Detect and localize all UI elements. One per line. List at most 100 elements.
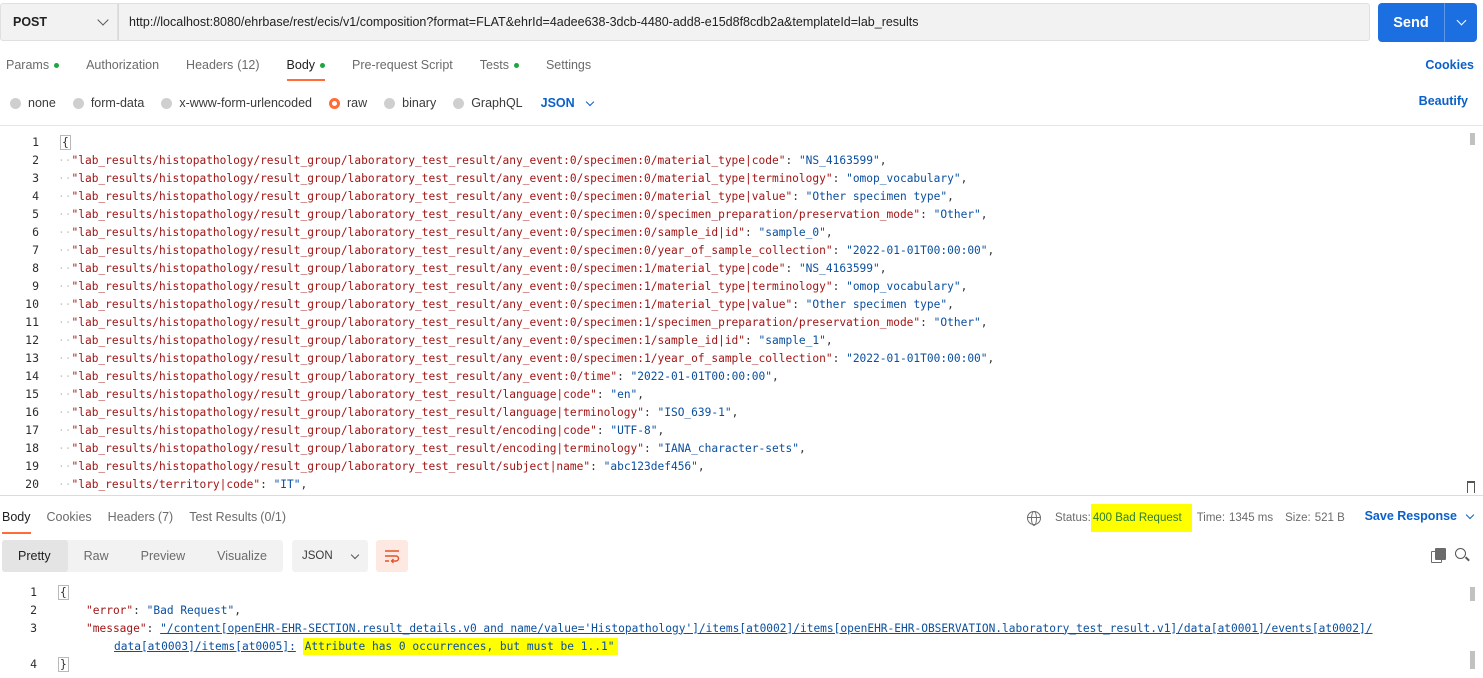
json-value: "en": [610, 387, 638, 401]
indent-marker: ··: [58, 441, 72, 455]
indent-marker: ··: [58, 279, 72, 293]
json-value: "IANA_character-sets": [657, 441, 799, 455]
chevron-down-icon: [585, 97, 594, 106]
url-input[interactable]: http://localhost:8080/ehrbase/rest/ecis/…: [118, 3, 1370, 41]
body-type-form-data[interactable]: form-data: [72, 96, 144, 110]
tab-params[interactable]: Params: [6, 55, 60, 81]
view-mode-visualize[interactable]: Visualize: [201, 540, 283, 572]
status-dot-icon: [320, 63, 326, 68]
copy-icon[interactable]: [1431, 548, 1446, 563]
tab-tests[interactable]: Tests: [480, 55, 519, 81]
json-value: "Bad Request": [146, 603, 235, 617]
line-number: 3: [30, 621, 37, 635]
body-type-graphql[interactable]: GraphQL: [453, 96, 523, 110]
body-format-select[interactable]: JSON: [541, 96, 594, 110]
response-tab-body[interactable]: Body: [2, 508, 31, 534]
view-mode-preview[interactable]: Preview: [125, 540, 201, 572]
json-value: "sample_0": [758, 225, 826, 239]
json-key: "lab_results/histopathology/result_group…: [71, 459, 591, 473]
editor-scrollbar-bottom[interactable]: [1467, 481, 1475, 493]
view-mode-raw[interactable]: Raw: [68, 540, 125, 572]
view-mode-pretty[interactable]: Pretty: [2, 540, 68, 572]
code-line: 6 ··"lab_results/histopathology/result_gr…: [0, 223, 1465, 241]
time-label: Time:: [1196, 512, 1226, 524]
size-value[interactable]: 521 B: [1315, 512, 1345, 524]
tab-settings[interactable]: Settings: [546, 55, 591, 81]
request-body-editor[interactable]: 1{2 ··"lab_results/histopathology/result_…: [0, 125, 1483, 495]
code-content: {: [60, 134, 71, 150]
message-path-link[interactable]: "/content[openEHR-EHR-SECTION.result_det…: [160, 622, 1372, 635]
beautify-button[interactable]: Beautify: [1419, 94, 1468, 108]
tab-headers[interactable]: Headers (12): [186, 55, 259, 81]
code-line: 7 ··"lab_results/histopathology/result_gr…: [0, 241, 1465, 259]
json-value: "2022-01-01T00:00:00": [630, 369, 772, 383]
response-tab-test-results[interactable]: Test Results (0/1): [189, 508, 286, 534]
tab-pre-request-script[interactable]: Pre-request Script: [352, 55, 453, 81]
tab-count: (7): [157, 510, 174, 524]
response-scrollbar-thumb[interactable]: [1470, 587, 1475, 601]
tab-label: Params: [6, 58, 50, 72]
line-number: 9: [32, 279, 39, 293]
send-button[interactable]: Send: [1378, 3, 1477, 42]
tab-count: (12): [237, 58, 260, 72]
line-number: 1: [32, 135, 39, 149]
json-value: "IT": [273, 477, 301, 491]
line-number: 18: [25, 441, 39, 455]
body-type-label: none: [28, 96, 56, 110]
response-format-select[interactable]: JSON: [291, 540, 368, 572]
response-line: 4 }: [0, 655, 69, 673]
radio-icon[interactable]: [10, 97, 21, 109]
code-line: 10 ··"lab_results/histopathology/result_g…: [0, 295, 1465, 313]
message-path-link-continued[interactable]: data[at0003]/items[at0005]:: [114, 640, 296, 653]
radio-icon[interactable]: [72, 97, 84, 109]
method-select[interactable]: POST: [0, 3, 118, 41]
json-key: "lab_results/histopathology/result_group…: [71, 423, 597, 437]
json-key: "lab_results/histopathology/result_group…: [71, 297, 793, 311]
time-value[interactable]: 1345 ms: [1229, 512, 1273, 524]
body-type-none[interactable]: none: [10, 96, 56, 110]
tab-body[interactable]: Body: [286, 55, 326, 81]
code-line: 9 ··"lab_results/histopathology/result_gr…: [0, 277, 1465, 295]
status-value[interactable]: 400 Bad Request: [1091, 512, 1192, 524]
body-type-raw[interactable]: raw: [329, 96, 367, 110]
tab-authorization[interactable]: Authorization: [86, 55, 159, 81]
radio-icon[interactable]: [384, 97, 396, 109]
tab-count: (0/1): [260, 510, 286, 524]
body-type-binary[interactable]: binary: [384, 96, 436, 110]
globe-icon[interactable]: [1027, 511, 1041, 526]
response-tab-headers[interactable]: Headers (7): [108, 508, 174, 534]
cookies-link[interactable]: Cookies: [1425, 58, 1474, 72]
radio-icon[interactable]: [161, 97, 173, 109]
editor-scrollbar-thumb[interactable]: [1470, 133, 1475, 145]
json-value: "2022-01-01T00:00:00": [846, 351, 988, 365]
response-tab-cookies[interactable]: Cookies: [47, 508, 92, 534]
tab-label: Authorization: [86, 58, 160, 72]
panel-divider[interactable]: [0, 495, 1483, 496]
json-value: "Other": [933, 315, 981, 329]
code-line: 5 ··"lab_results/histopathology/result_gr…: [0, 205, 1465, 223]
response-view-bar: Pretty Raw Preview Visualize JSON: [2, 540, 408, 572]
size-label: Size:: [1285, 512, 1311, 524]
code-line: 16 ··"lab_results/histopathology/result_g…: [0, 403, 1465, 421]
send-options-button[interactable]: [1445, 15, 1477, 26]
json-value: "sample_1": [758, 333, 826, 347]
code-line: 14 ··"lab_results/histopathology/result_g…: [0, 367, 1465, 385]
save-response-button[interactable]: Save Response: [1365, 509, 1475, 523]
response-body[interactable]: 1 { 2 "error": "Bad Request", 3 "message…: [0, 583, 1483, 678]
radio-icon[interactable]: [329, 97, 340, 109]
line-number: 10: [25, 297, 39, 311]
code-content: ··"lab_results/histopathology/result_gro…: [58, 225, 833, 239]
json-key: "error": [86, 603, 134, 617]
status-label: Status:: [1055, 512, 1091, 524]
line-number: 3: [32, 171, 39, 185]
radio-icon[interactable]: [453, 97, 465, 109]
search-icon[interactable]: [1455, 548, 1469, 562]
body-type-label: GraphQL: [471, 96, 523, 110]
json-value: "NS_4163599": [798, 153, 880, 167]
wrap-lines-button[interactable]: [375, 540, 408, 572]
response-scrollbar-bottom[interactable]: [1470, 651, 1475, 669]
request-tabs: Params Authorization Headers (12) Body Pre-re…: [6, 55, 618, 81]
body-type-x-www-form-urlencoded[interactable]: x-www-form-urlencoded: [161, 96, 312, 110]
json-brace: {: [60, 134, 71, 150]
json-key: "lab_results/histopathology/result_group…: [71, 351, 833, 365]
